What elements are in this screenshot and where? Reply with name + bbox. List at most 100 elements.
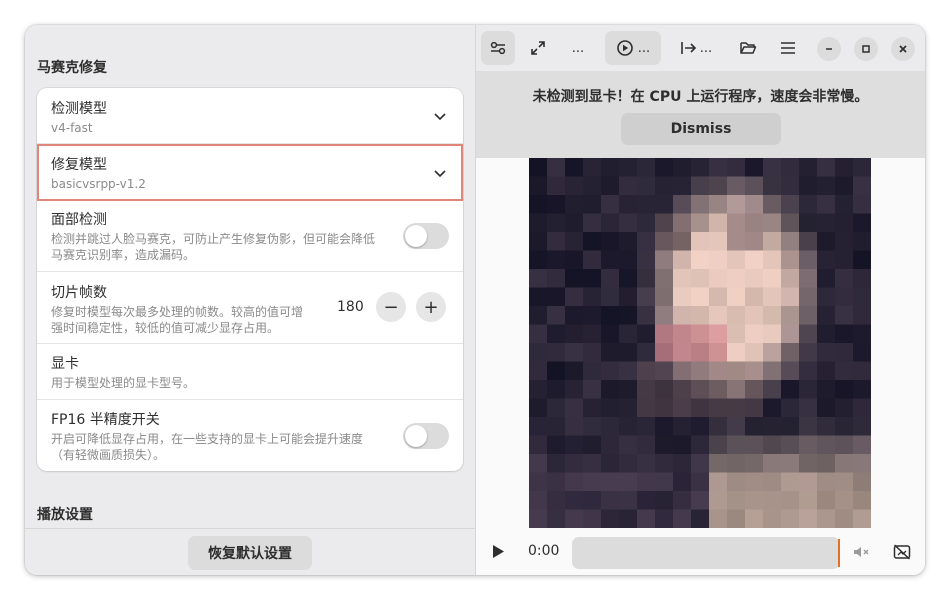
seek-handle[interactable] bbox=[838, 539, 840, 567]
mosaic-block bbox=[547, 287, 566, 307]
mosaic-block bbox=[799, 176, 818, 196]
close-button[interactable] bbox=[891, 37, 915, 61]
mosaic-block bbox=[835, 380, 854, 400]
mosaic-block bbox=[601, 176, 620, 196]
mosaic-block bbox=[547, 361, 566, 381]
dismiss-button[interactable]: Dismiss bbox=[621, 113, 781, 145]
mosaic-block bbox=[781, 380, 800, 400]
mosaic-block bbox=[619, 491, 638, 511]
mosaic-block bbox=[763, 269, 782, 289]
export-button[interactable]: ... bbox=[673, 31, 719, 65]
face-detection-desc-1: 检测并跳过人脸马赛克，可防止产生修复伪影，但可能会降低 bbox=[51, 232, 376, 246]
mosaic-block bbox=[529, 287, 548, 307]
minimize-button[interactable] bbox=[817, 37, 841, 61]
mosaic-block bbox=[727, 454, 746, 474]
mosaic-block bbox=[547, 417, 566, 437]
mosaic-block bbox=[727, 176, 746, 196]
mosaic-block bbox=[781, 472, 800, 492]
mosaic-block bbox=[745, 269, 764, 289]
play-menu-button[interactable]: ... bbox=[605, 31, 661, 65]
toggle-knob bbox=[405, 225, 427, 247]
mosaic-block bbox=[727, 306, 746, 326]
detection-model-row[interactable]: 检测模型 v4-fast bbox=[37, 88, 463, 144]
mosaic-block bbox=[601, 213, 620, 233]
mosaic-block bbox=[799, 472, 818, 492]
mosaic-block bbox=[781, 250, 800, 270]
mosaic-block bbox=[835, 509, 854, 528]
mosaic-block bbox=[817, 324, 836, 344]
mosaic-block bbox=[547, 232, 566, 252]
restoration-model-value: basicvsrpp-v1.2 bbox=[51, 177, 146, 191]
clip-frames-value[interactable]: 180 bbox=[337, 299, 364, 315]
mosaic-block bbox=[853, 324, 871, 344]
mosaic-block bbox=[673, 398, 692, 418]
mosaic-block bbox=[529, 158, 548, 178]
video-preview[interactable] bbox=[529, 158, 871, 528]
mosaic-block bbox=[529, 306, 548, 326]
mosaic-block bbox=[547, 491, 566, 511]
restoration-model-row[interactable]: 修复模型 basicvsrpp-v1.2 bbox=[37, 144, 463, 201]
mosaic-block bbox=[691, 324, 710, 344]
mosaic-block bbox=[781, 287, 800, 307]
mosaic-block bbox=[853, 417, 871, 437]
mosaic-block bbox=[601, 269, 620, 289]
mosaic-block bbox=[835, 195, 854, 215]
mosaic-block bbox=[745, 454, 764, 474]
chevron-down-icon[interactable] bbox=[433, 109, 447, 123]
play-circle-icon bbox=[616, 40, 633, 56]
mosaic-block bbox=[691, 509, 710, 528]
mosaic-block bbox=[853, 509, 871, 528]
main-menu-button[interactable] bbox=[771, 31, 805, 65]
mosaic-block bbox=[835, 398, 854, 418]
increment-button[interactable]: + bbox=[416, 292, 446, 322]
gpu-row[interactable]: 显卡 用于模型处理的显卡型号。 bbox=[37, 344, 463, 400]
compare-icon bbox=[490, 41, 506, 55]
mosaic-block bbox=[673, 491, 692, 511]
mosaic-block bbox=[745, 158, 764, 178]
mosaic-block bbox=[673, 213, 692, 233]
mosaic-block bbox=[565, 472, 584, 492]
reset-defaults-button[interactable]: 恢复默认设置 bbox=[188, 536, 312, 570]
mosaic-block bbox=[565, 324, 584, 344]
volume-muted-icon[interactable] bbox=[853, 545, 871, 559]
mosaic-block bbox=[547, 250, 566, 270]
mosaic-block bbox=[529, 435, 548, 455]
chevron-down-icon[interactable] bbox=[433, 166, 447, 180]
decrement-button[interactable]: − bbox=[376, 292, 406, 322]
play-icon[interactable] bbox=[491, 544, 505, 559]
open-folder-button[interactable] bbox=[731, 31, 765, 65]
mosaic-block bbox=[547, 343, 566, 363]
mosaic-block bbox=[691, 176, 710, 196]
mosaic-block bbox=[799, 343, 818, 363]
mosaic-block bbox=[745, 306, 764, 326]
seek-bar[interactable] bbox=[572, 537, 840, 569]
mosaic-block bbox=[799, 361, 818, 381]
mosaic-block bbox=[673, 195, 692, 215]
mosaic-block bbox=[565, 306, 584, 326]
mosaic-block bbox=[835, 287, 854, 307]
mosaic-block bbox=[763, 232, 782, 252]
maximize-button[interactable] bbox=[854, 37, 878, 61]
mosaic-block bbox=[619, 343, 638, 363]
mosaic-block bbox=[691, 398, 710, 418]
clip-frames-row: 切片帧数 修复时模型每次最多处理的帧数。较高的值可增 强时间稳定性，较低的值可减… bbox=[37, 272, 463, 344]
mosaic-block bbox=[673, 380, 692, 400]
mosaic-block bbox=[583, 306, 602, 326]
face-detection-toggle[interactable] bbox=[403, 223, 449, 249]
mosaic-block bbox=[745, 324, 764, 344]
fp16-toggle[interactable] bbox=[403, 423, 449, 449]
more-button[interactable]: ... bbox=[561, 31, 595, 65]
no-preview-icon[interactable] bbox=[893, 544, 911, 560]
mosaic-block bbox=[817, 472, 836, 492]
mosaic-block bbox=[817, 306, 836, 326]
mosaic-block bbox=[709, 324, 728, 344]
mosaic-block bbox=[583, 324, 602, 344]
mosaic-block bbox=[619, 213, 638, 233]
mosaic-block bbox=[529, 250, 548, 270]
compare-button[interactable] bbox=[481, 31, 515, 65]
mosaic-block bbox=[763, 195, 782, 215]
mosaic-block bbox=[853, 398, 871, 418]
mosaic-block bbox=[637, 491, 656, 511]
fullscreen-button[interactable] bbox=[521, 31, 555, 65]
mosaic-block bbox=[655, 509, 674, 528]
